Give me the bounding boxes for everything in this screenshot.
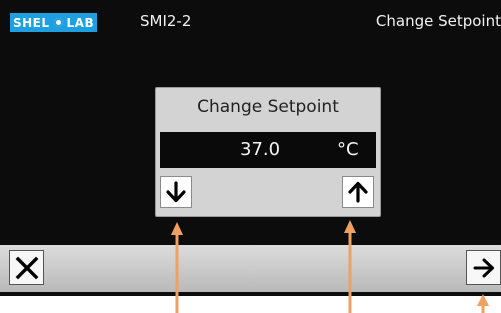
setpoint-dialog: Change Setpoint 37.0 °C <box>155 87 381 217</box>
shellab-logo: SHEL LAB <box>10 13 98 32</box>
logo-text-shel: SHEL <box>10 13 53 32</box>
setpoint-value: 37.0 <box>240 139 281 160</box>
setpoint-display: 37.0 °C <box>160 132 376 168</box>
decrease-button[interactable] <box>160 176 192 208</box>
logo-text-lab: LAB <box>63 13 98 32</box>
device-name: SMI2-2 <box>140 12 192 30</box>
next-button[interactable] <box>466 250 501 285</box>
cancel-button[interactable] <box>9 250 44 285</box>
increase-button[interactable] <box>342 176 374 208</box>
close-icon <box>15 256 38 279</box>
device-screen: SHEL LAB SMI2-2 Change Setpoint Change S… <box>0 0 501 296</box>
dialog-title: Change Setpoint <box>197 97 339 117</box>
screen-title: Change Setpoint <box>375 12 501 30</box>
arrow-up-icon <box>348 181 368 203</box>
arrow-down-icon <box>166 181 186 203</box>
arrow-right-icon <box>473 258 494 277</box>
logo-dot-icon <box>52 13 64 32</box>
setpoint-unit: °C <box>337 139 359 160</box>
bottom-toolbar <box>0 245 501 292</box>
